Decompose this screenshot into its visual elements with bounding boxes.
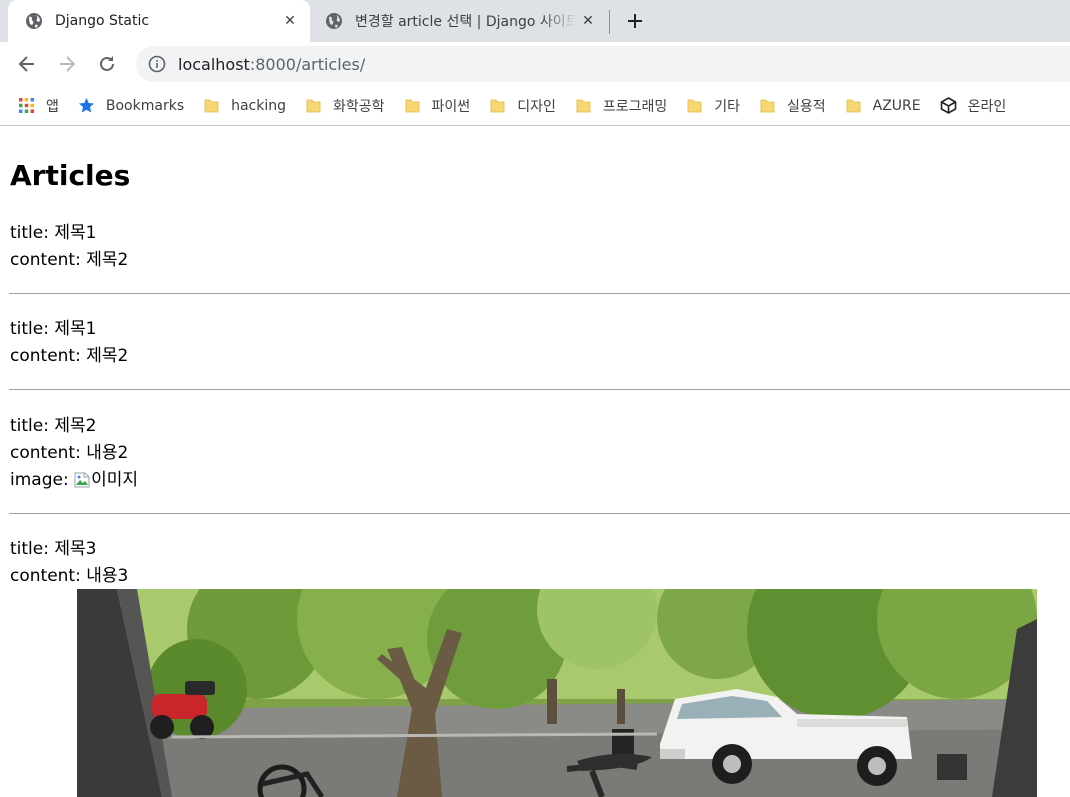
- bookmark-label: 기타: [714, 98, 740, 115]
- image-alt-text: 이미지: [91, 470, 139, 490]
- bookmarks-bar: 앱 Bookmarks hacking 화학공학 파이썬 디자인 프로그래밍 기…: [0, 86, 1070, 126]
- article-image: image: 이미지: [10, 469, 138, 491]
- browser-toolbar: localhost:8000/articles/: [0, 42, 1070, 86]
- bookmark-label: 실용적: [787, 98, 826, 115]
- content-label: content:: [10, 346, 87, 366]
- tab-title: 변경할 article 선택 | Django 사이트 관리: [355, 14, 576, 30]
- globe-icon: [326, 13, 342, 29]
- bookmark-label: 화학공학: [333, 98, 385, 115]
- reload-button[interactable]: [94, 51, 120, 77]
- article-title: title: 제목1: [10, 318, 96, 340]
- title-value: 제목3: [54, 539, 97, 559]
- bookmark-folder-hacking[interactable]: hacking: [195, 92, 294, 120]
- article-divider: [9, 293, 1070, 294]
- content-value: 내용3: [86, 566, 129, 586]
- article-divider: [9, 513, 1070, 514]
- article-divider: [9, 389, 1070, 390]
- content-label: content:: [10, 566, 87, 586]
- broken-image-icon: [74, 472, 90, 488]
- bookmark-apps[interactable]: 앱: [0, 92, 67, 120]
- content-label: content:: [10, 250, 87, 270]
- page-content: Articles title: 제목1 content: 제목2 title: …: [0, 127, 1070, 797]
- image-label: image:: [10, 470, 75, 490]
- article-content: content: 제목2: [10, 249, 128, 271]
- plus-icon: [628, 14, 642, 28]
- url-path: :8000/articles/: [249, 54, 366, 74]
- url-host: localhost: [178, 54, 250, 74]
- article-title: title: 제목2: [10, 415, 96, 437]
- reload-icon: [100, 56, 114, 71]
- bookmark-label: hacking: [231, 97, 287, 114]
- bookmark-folder-practical[interactable]: 실용적: [751, 92, 834, 120]
- tab-separator: [609, 10, 610, 34]
- content-value: 내용2: [86, 443, 129, 463]
- apps-grid-icon: [19, 98, 34, 113]
- title-value: 제목1: [54, 319, 97, 339]
- tab-title: Django Static: [55, 13, 150, 29]
- bookmark-folder-programming[interactable]: 프로그래밍: [567, 92, 675, 120]
- title-label: title:: [10, 223, 55, 243]
- close-tab-icon[interactable]: ✕: [576, 9, 600, 33]
- close-tab-icon[interactable]: ✕: [278, 9, 302, 33]
- back-button[interactable]: [14, 51, 40, 77]
- folder-icon: [760, 99, 775, 113]
- page-title: Articles: [10, 159, 131, 192]
- content-value: 제목2: [86, 346, 129, 366]
- folder-icon: [204, 99, 219, 113]
- arrow-right-icon: [60, 56, 76, 72]
- folder-icon: [306, 99, 321, 113]
- bookmark-label: Bookmarks: [105, 97, 185, 114]
- info-icon[interactable]: [148, 55, 166, 73]
- title-label: title:: [10, 539, 55, 559]
- cube-icon: [940, 97, 956, 114]
- folder-icon: [490, 99, 505, 113]
- bookmark-label: 파이썬: [431, 98, 471, 115]
- bookmark-folder-chemical-engineering[interactable]: 화학공학: [297, 92, 393, 120]
- bookmark-label: 프로그래밍: [602, 98, 668, 115]
- tab-admin-article[interactable]: 변경할 article 선택 | Django 사이트 관리 ✕: [316, 0, 608, 42]
- article-content: content: 내용2: [10, 442, 128, 464]
- bookmark-label: 디자인: [517, 98, 556, 115]
- folder-icon: [405, 99, 419, 113]
- url-text: localhost:8000/articles/: [178, 55, 365, 74]
- bookmark-folder-etc[interactable]: 기타: [678, 92, 748, 120]
- content-value: 제목2: [86, 250, 129, 270]
- bookmark-folder-design[interactable]: 디자인: [481, 92, 564, 120]
- tab-django-static[interactable]: Django Static ✕: [8, 0, 310, 42]
- folder-icon: [846, 99, 861, 113]
- bookmark-bookmarks[interactable]: Bookmarks: [70, 92, 192, 120]
- bookmark-folder-azure[interactable]: AZURE: [837, 92, 929, 120]
- star-icon: [78, 98, 94, 113]
- article-title: title: 제목3: [10, 538, 96, 560]
- article-title: title: 제목1: [10, 222, 96, 244]
- tab-strip: Django Static ✕ 변경할 article 선택 | Django …: [0, 0, 1070, 42]
- content-label: content:: [10, 443, 87, 463]
- folder-icon: [576, 99, 591, 113]
- title-label: title:: [10, 319, 55, 339]
- forward-button[interactable]: [54, 51, 80, 77]
- broken-image: 이미지: [74, 469, 138, 491]
- bookmark-label: AZURE: [872, 97, 921, 114]
- arrow-left-icon: [18, 56, 34, 72]
- title-value: 제목2: [54, 416, 97, 436]
- article-photo: [77, 589, 1037, 797]
- globe-icon: [26, 13, 42, 29]
- folder-icon: [687, 99, 702, 113]
- bookmark-label: 앱: [46, 98, 59, 115]
- bookmark-online[interactable]: 온라인: [932, 92, 1015, 120]
- bookmark-folder-python[interactable]: 파이썬: [396, 92, 479, 120]
- title-value: 제목1: [54, 223, 97, 243]
- article-content: content: 내용3: [10, 565, 128, 587]
- article-content: content: 제목2: [10, 345, 128, 367]
- bookmark-label: 온라인: [967, 98, 1007, 115]
- title-label: title:: [10, 416, 55, 436]
- address-bar[interactable]: localhost:8000/articles/: [136, 46, 1070, 82]
- new-tab-button[interactable]: [622, 8, 648, 34]
